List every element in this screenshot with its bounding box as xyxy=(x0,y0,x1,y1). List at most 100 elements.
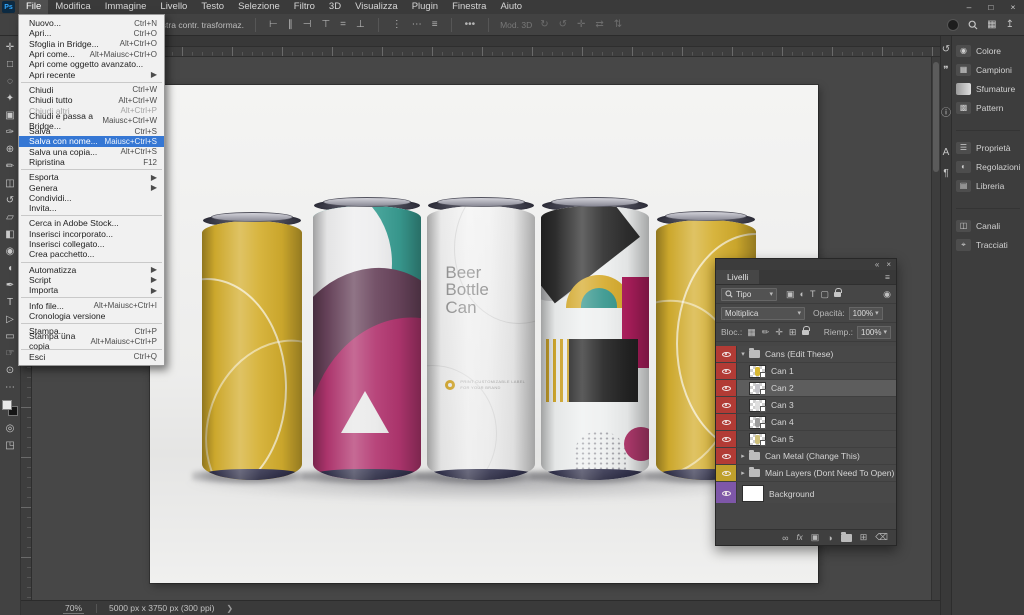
history-icon[interactable]: ↺ xyxy=(942,44,950,55)
filter-type-select[interactable]: Tipo ▾ xyxy=(721,288,777,301)
quick-mask-button[interactable]: ◎ xyxy=(1,420,20,437)
layer-mask-icon[interactable]: ▣ xyxy=(811,532,820,543)
delete-layer-icon[interactable]: ⌫ xyxy=(875,532,888,543)
close-panel-icon[interactable]: × xyxy=(886,260,891,269)
menu-selezione[interactable]: Selezione xyxy=(231,0,287,14)
layer-style-icon[interactable]: fx xyxy=(797,533,803,542)
restore-button[interactable]: □ xyxy=(980,0,1002,14)
menu-visualizza[interactable]: Visualizza xyxy=(348,0,405,14)
close-button[interactable]: × xyxy=(1002,0,1024,14)
visibility-toggle[interactable] xyxy=(716,397,737,413)
menu-filtro[interactable]: Filtro xyxy=(287,0,322,14)
workspace-switcher-icon[interactable]: ▦ xyxy=(987,19,996,30)
pen-tool[interactable]: ✒ xyxy=(1,277,20,294)
menu-aiuto[interactable]: Aiuto xyxy=(493,0,529,14)
clone-stamp-tool[interactable]: ◫ xyxy=(1,175,20,192)
brush-tool[interactable]: ✏ xyxy=(1,158,20,175)
panel-menu-icon[interactable]: ≡ xyxy=(885,270,896,284)
hand-tool[interactable]: ☞ xyxy=(1,345,20,362)
lock-artboard-icon[interactable]: ⊞ xyxy=(789,327,797,338)
layer-thumbnail[interactable] xyxy=(749,365,766,378)
new-layer-icon[interactable]: ⊞ xyxy=(860,532,868,543)
menu-item-nuovo[interactable]: Nuovo...Ctrl+N xyxy=(19,18,164,28)
layer-row-main-layers-group[interactable]: ▸ Main Layers (Dont Need To Open) xyxy=(716,465,896,482)
link-layers-icon[interactable]: ∞ xyxy=(782,533,788,543)
menu-finestra[interactable]: Finestra xyxy=(445,0,493,14)
move-tool[interactable]: ✛ xyxy=(1,39,20,56)
scrollbar-thumb[interactable] xyxy=(933,62,939,172)
minimize-button[interactable]: – xyxy=(958,0,980,14)
blur-tool[interactable]: ◉ xyxy=(1,243,20,260)
panel-button-canali[interactable]: ◫Canali xyxy=(956,218,1020,233)
visibility-toggle[interactable] xyxy=(716,448,737,464)
menu-item-invita[interactable]: Invita... xyxy=(19,203,164,213)
layer-row-background[interactable]: Background xyxy=(716,482,896,503)
align-right-icon[interactable]: ⊣ xyxy=(301,19,314,30)
account-avatar[interactable] xyxy=(947,19,959,31)
visibility-toggle[interactable] xyxy=(716,482,737,503)
more-align-options-icon[interactable]: ••• xyxy=(463,19,478,30)
visibility-toggle[interactable] xyxy=(716,346,737,362)
eyedropper-tool[interactable]: ✑ xyxy=(1,124,20,141)
menu-item-apri-oggetto-avanzato[interactable]: Apri come oggetto avanzato... xyxy=(19,59,164,69)
adjustment-layer-icon[interactable]: ◑ xyxy=(827,533,832,543)
layer-row-can-3[interactable]: Can 3 xyxy=(716,397,896,414)
lock-transparent-icon[interactable]: ▦ xyxy=(747,327,756,338)
layer-row-can-metal-group[interactable]: ▸ Can Metal (Change This) xyxy=(716,448,896,465)
layer-row-can-1[interactable]: Can 1 xyxy=(716,363,896,380)
healing-brush-tool[interactable]: ⊕ xyxy=(1,141,20,158)
menu-3d[interactable]: 3D xyxy=(322,0,348,14)
align-bottom-icon[interactable]: ⊥ xyxy=(354,19,367,30)
align-left-icon[interactable]: ⊢ xyxy=(267,19,280,30)
filter-smart-object-icon[interactable] xyxy=(834,292,841,297)
panel-button-pattern[interactable]: ▩Pattern xyxy=(956,100,1020,115)
collapse-panel-icon[interactable]: « xyxy=(875,260,879,269)
zoom-level-field[interactable]: 70% xyxy=(63,603,84,614)
path-select-tool[interactable]: ▷ xyxy=(1,311,20,328)
menu-item-info-file[interactable]: Info file...Alt+Maiusc+Ctrl+I xyxy=(19,300,164,310)
distribute-h-icon[interactable]: ⋯ xyxy=(410,19,424,30)
shape-tool[interactable]: ▭ xyxy=(1,328,20,345)
menu-item-sfoglia-in-bridge[interactable]: Sfoglia in Bridge...Alt+Ctrl+O xyxy=(19,39,164,49)
blend-mode-select[interactable]: Moltiplica ▾ xyxy=(721,307,805,320)
menu-item-ripristina[interactable]: RipristinaF12 xyxy=(19,157,164,167)
edit-toolbar-button[interactable]: ⋯ xyxy=(1,379,20,396)
group-collapsed-caret[interactable]: ▸ xyxy=(737,452,749,460)
filter-type-icon[interactable]: T xyxy=(810,289,816,299)
comments-icon[interactable]: ❞ xyxy=(943,65,948,76)
panel-button-libreria[interactable]: ▤Libreria xyxy=(956,178,1020,193)
menu-item-chiudi-tutto[interactable]: Chiudi tuttoAlt+Ctrl+W xyxy=(19,95,164,105)
marquee-tool[interactable]: □ xyxy=(1,56,20,73)
menu-item-automatizza[interactable]: Automatizza▶ xyxy=(19,265,164,275)
color-swatches[interactable] xyxy=(2,400,18,416)
share-icon[interactable]: ↥ xyxy=(1006,19,1014,30)
info-icon[interactable]: ⓘ xyxy=(941,104,951,119)
layer-row-can-2[interactable]: Can 2 xyxy=(716,380,896,397)
menu-file[interactable]: File xyxy=(19,0,48,14)
menu-item-esporta[interactable]: Esporta▶ xyxy=(19,172,164,182)
status-options-arrow[interactable]: ❯ xyxy=(226,604,233,613)
filter-pin-icon[interactable]: ◉ xyxy=(883,289,891,300)
crop-tool[interactable]: ▣ xyxy=(1,107,20,124)
layer-row-can-4[interactable]: Can 4 xyxy=(716,414,896,431)
paragraph-panel-icon[interactable]: ¶ xyxy=(943,168,948,179)
menu-modifica[interactable]: Modifica xyxy=(48,0,97,14)
lock-all-icon[interactable] xyxy=(802,330,809,335)
group-expanded-caret[interactable]: ▾ xyxy=(737,350,749,358)
menu-item-apri-come[interactable]: Apri come...Alt+Maiusc+Ctrl+O xyxy=(19,49,164,59)
lock-position-icon[interactable]: ✛ xyxy=(775,327,783,338)
distribute-widths-icon[interactable]: ≡ xyxy=(430,19,440,30)
screen-mode-button[interactable]: ◳ xyxy=(1,437,20,454)
align-top-icon[interactable]: ⊤ xyxy=(319,19,332,30)
panel-button-campioni[interactable]: ▦Campioni xyxy=(956,62,1020,77)
align-center-h-icon[interactable]: ∥ xyxy=(286,19,295,30)
visibility-toggle[interactable] xyxy=(716,414,737,430)
eraser-tool[interactable]: ▱ xyxy=(1,209,20,226)
visibility-toggle[interactable] xyxy=(716,363,737,379)
align-middle-icon[interactable]: = xyxy=(338,19,348,30)
menu-item-salva-con-nome[interactable]: Salva con nome...Maiusc+Ctrl+S xyxy=(19,136,164,146)
new-group-icon[interactable] xyxy=(841,534,852,542)
lasso-tool[interactable]: ◌ xyxy=(1,73,20,90)
menu-item-importa[interactable]: Importa▶ xyxy=(19,285,164,295)
foreground-color-swatch[interactable] xyxy=(2,400,12,410)
